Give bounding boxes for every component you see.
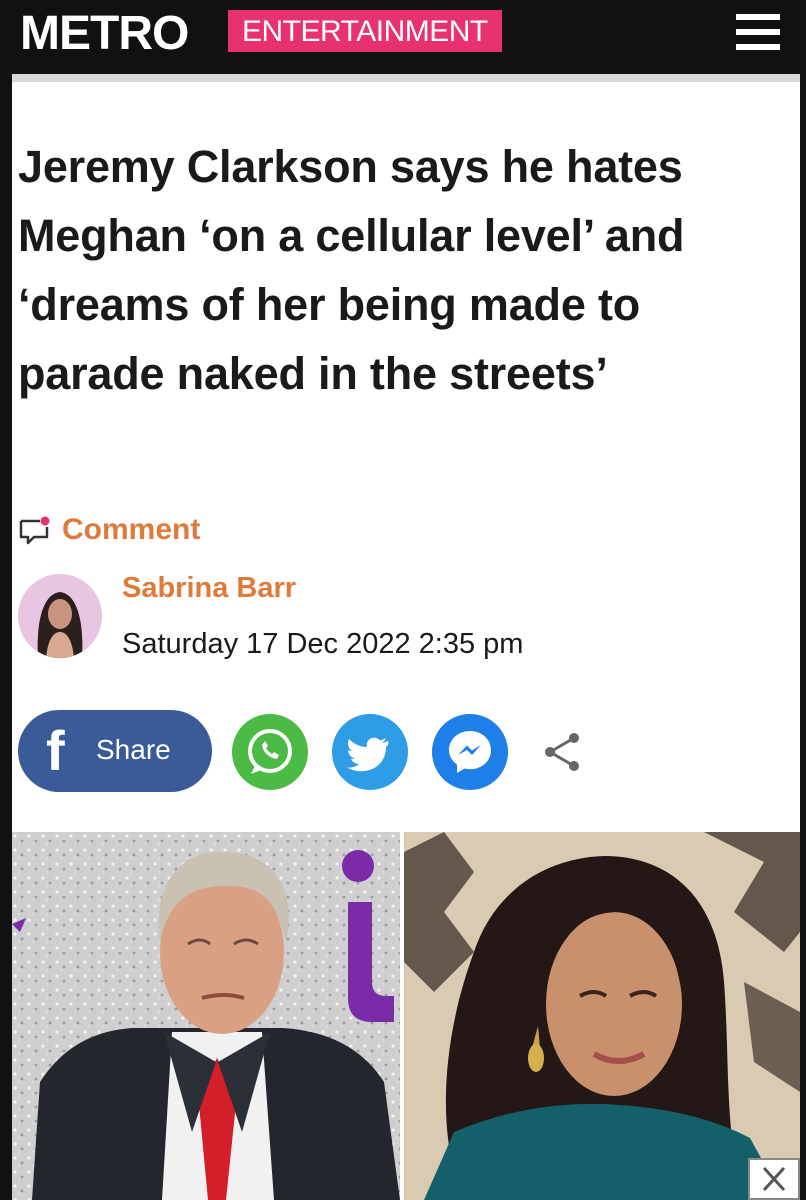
comment-link[interactable]: Comment — [18, 508, 200, 552]
hamburger-menu-icon[interactable] — [736, 8, 780, 58]
facebook-share-button[interactable]: f Share — [18, 710, 212, 792]
section-label-entertainment[interactable]: ENTERTAINMENT — [228, 10, 502, 52]
article-image-left — [12, 832, 400, 1200]
article-image-right — [404, 832, 800, 1200]
share-icon[interactable] — [536, 726, 588, 778]
twitter-share-button[interactable] — [332, 714, 408, 790]
publish-date: Saturday 17 Dec 2022 2:35 pm — [122, 628, 524, 660]
article-headline: Jeremy Clarkson says he hates Meghan ‘on… — [18, 141, 685, 399]
comment-bubble-icon — [18, 516, 50, 545]
messenger-icon — [449, 731, 491, 773]
comment-label[interactable]: Comment — [62, 513, 200, 547]
metro-logo[interactable]: METRO — [20, 6, 189, 62]
facebook-share-label: Share — [96, 734, 171, 765]
close-ad-button[interactable] — [748, 1158, 800, 1200]
whatsapp-icon — [248, 729, 292, 774]
facebook-icon: f — [46, 719, 65, 782]
author-name-link[interactable]: Sabrina Barr — [122, 572, 296, 605]
twitter-icon — [347, 737, 389, 772]
whatsapp-share-button[interactable] — [232, 714, 308, 790]
messenger-share-button[interactable] — [432, 714, 508, 790]
site-header: METRO ENTERTAINMENT — [0, 0, 806, 82]
close-icon — [762, 1166, 786, 1192]
author-avatar[interactable] — [18, 574, 102, 658]
